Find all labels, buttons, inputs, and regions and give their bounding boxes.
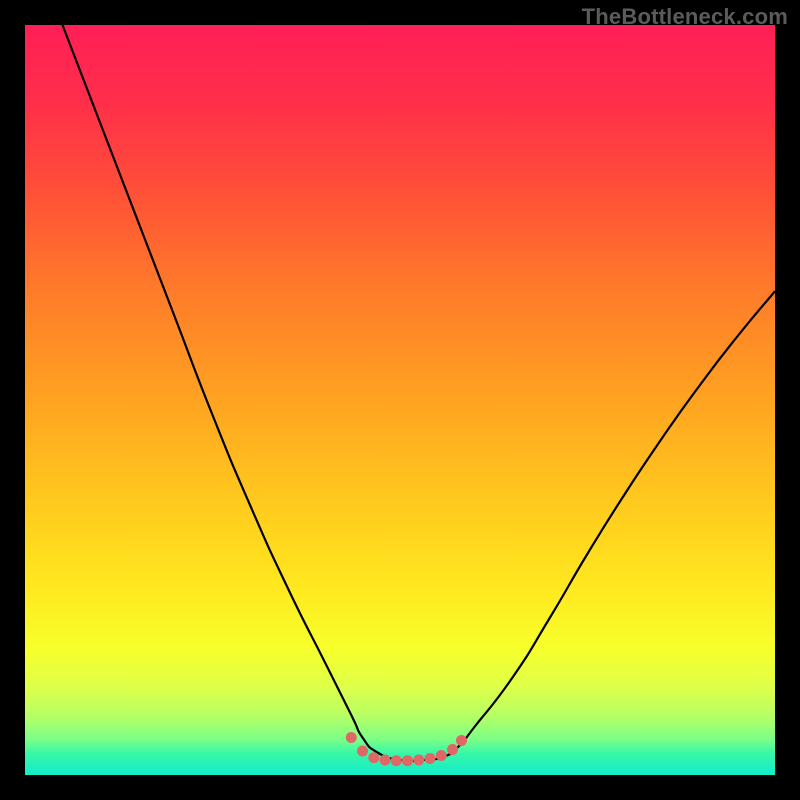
marker-dot: [357, 746, 368, 757]
marker-dot: [402, 755, 413, 766]
marker-dot: [436, 750, 447, 761]
marker-dot: [380, 755, 391, 766]
marker-dot: [346, 732, 357, 743]
marker-group: [346, 732, 467, 766]
chart-frame: TheBottleneck.com: [0, 0, 800, 800]
chart-svg: [25, 25, 775, 775]
marker-dot: [391, 755, 402, 766]
curve-line: [63, 25, 776, 761]
marker-dot: [413, 755, 424, 766]
plot-area: [25, 25, 775, 775]
marker-dot: [447, 744, 458, 755]
marker-dot: [456, 735, 467, 746]
marker-dot: [368, 752, 379, 763]
marker-dot: [425, 753, 436, 764]
watermark-text: TheBottleneck.com: [582, 4, 788, 30]
